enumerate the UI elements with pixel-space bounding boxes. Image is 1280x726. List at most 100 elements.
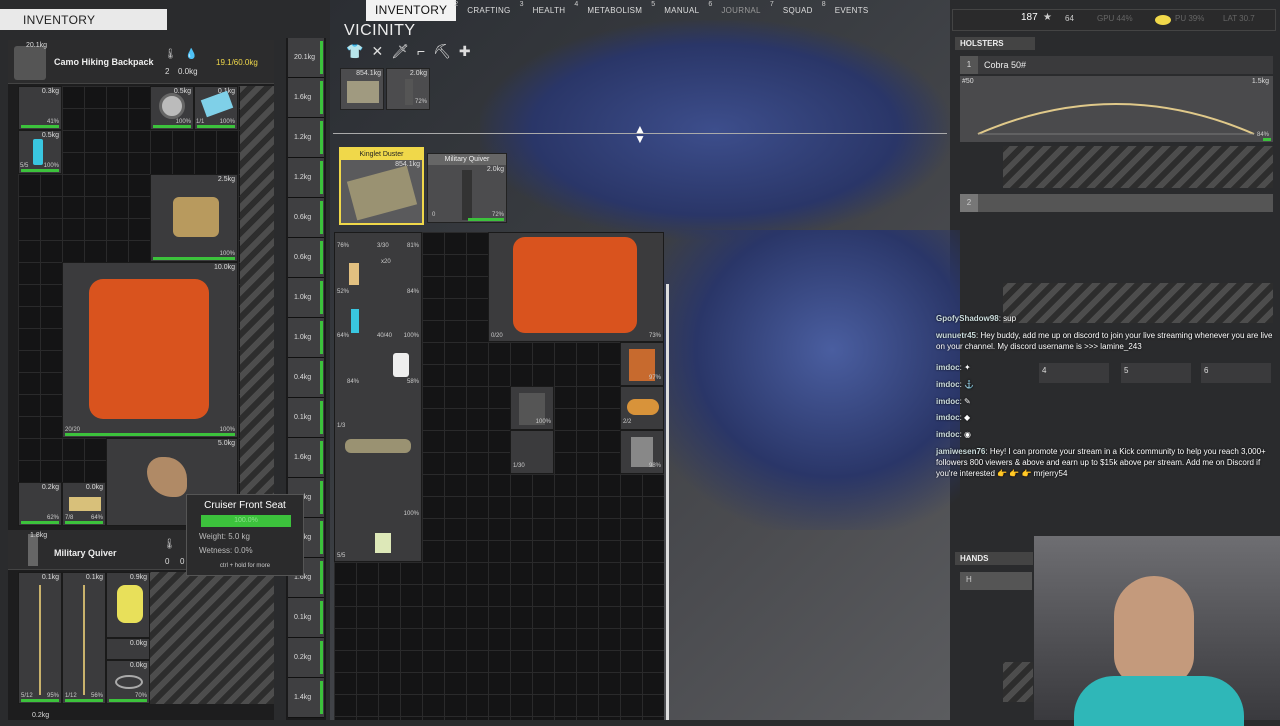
x-icon[interactable]: ✕ [371,43,383,60]
resize-handle-icon[interactable]: ▲ ▼ [633,123,647,145]
star-icon: ★ [1043,12,1052,23]
tab-metabolism[interactable]: 4 METABOLISM [574,0,653,21]
equipment-slot[interactable]: 0.6kg [288,238,324,278]
backpack-slots: 2 [165,67,170,76]
chat-message: imdoc: ⚓ [936,380,974,389]
container-grid[interactable]: 76% 3/30 81% x20 52% 84% 40/40 100% 64% … [334,232,664,720]
character-arm [480,20,950,240]
vicinity-filter-bar: 👕 ✕ 🗡 ⌐ ⛏ ✚ [346,43,471,60]
belt-icon [345,439,411,453]
equipment-slot[interactable]: 1.0kg [288,278,324,318]
hands-title: HANDS [955,552,1033,565]
compass-icon [159,93,185,119]
equipment-slot[interactable]: 1.2kg [288,118,324,158]
backpack-grid[interactable]: 0.3kg 41% 0.5kg 5/5 100% 0.5kg 100% 0.1k… [18,86,240,526]
equipment-slot[interactable]: 1.4kg [288,678,324,718]
tab-events[interactable]: 8 EVENTS [822,0,880,21]
scrollbar[interactable] [666,284,669,720]
item-slot[interactable]: 0.0kg 70% [106,660,150,704]
tab-squad[interactable]: 7 SQUAD [770,0,824,21]
item-slot[interactable]: 100% [510,386,554,430]
arrow-slot[interactable]: 0.1kg 5/12 95% [18,572,62,704]
tab-manual[interactable]: 5 MANUAL [651,0,710,21]
item-slot[interactable]: 0.1kg 1/1 100% [194,86,238,130]
equipment-slot[interactable]: 0.2kg [288,638,324,678]
quiver-grid[interactable]: 0.1kg 5/12 95% 0.1kg 1/12 56% 0.9kg 0.0k… [18,572,150,704]
equipment-slot[interactable]: 1.0kg [288,318,324,358]
quiver-weight: 1.8kg [30,532,48,539]
equipment-slot[interactable]: 1.2kg [288,158,324,198]
vicinity-item[interactable]: 854.1kg [340,68,384,110]
gun-icon[interactable]: ⌐ [417,43,425,60]
item-slot[interactable]: 0.0kg 7/8 64% [62,482,106,526]
can-icon [393,353,409,377]
item-slot[interactable]: 2.5kg 100% [150,174,238,262]
equipment-strip: 20.1kg 1.6kg 1.2kg 1.2kg 0.6kg 0.6kg 1.0… [286,38,326,720]
temperature-icon: 🌡 [163,539,176,550]
holster-slot-2[interactable]: 2 [960,194,1273,212]
plus-icon[interactable]: ✚ [459,43,471,60]
quiver-header[interactable]: 1.8kg Military Quiver 🌡 0 0 [8,530,208,570]
water-bottle-icon [351,309,359,333]
vicinity-item[interactable]: 2.0kg 72% [386,68,430,110]
weapon-card[interactable]: #50 1.5kg 84% [960,76,1273,142]
streamer-face [1114,576,1194,686]
holster-slot-1[interactable]: 1 Cobra 50# [960,56,1273,74]
tooltip-condition-bar: 100.0% [201,515,291,527]
map-icon [200,90,234,118]
jerry-can-slot[interactable]: 0/20 73% [488,232,664,342]
item-slot[interactable]: 0.5kg 5/5 100% [18,130,62,174]
tooltip-title: Cruiser Front Seat [204,500,286,511]
bottle-icon [33,139,43,165]
item-slot[interactable]: 0.0kg [106,638,150,660]
ring-icon [115,675,143,689]
item-slot[interactable]: 0.9kg [106,572,150,638]
item-slot[interactable]: 1/30 [510,430,554,474]
quiver-icon [405,79,413,105]
chat-message: GpofyShadow98: sup [936,314,1017,323]
kinglet-duster-card[interactable]: Kinglet Duster 854.1kg [339,147,424,225]
bread-icon [627,399,659,415]
equipment-slot[interactable]: 0.1kg [288,398,324,438]
tab-crafting[interactable]: 2 CRAFTING [454,0,521,21]
item-column[interactable]: 76% 3/30 81% x20 52% 84% 40/40 100% 64% … [334,232,422,562]
bottle-icon [349,263,359,285]
streamer-shirt [1074,676,1244,726]
equipment-slot[interactable]: 0.6kg [288,198,324,238]
item-slot[interactable]: 0.5kg 100% [150,86,194,130]
shirt-icon[interactable]: 👕 [346,43,363,60]
bow-icon [977,103,1255,135]
pick-icon[interactable]: ⛏ [433,43,451,60]
arrow-slot[interactable]: 0.1kg 1/12 56% [62,572,106,704]
item-slot[interactable]: 10.0kg 20/20 100% [62,262,238,438]
equipment-slot[interactable]: 0.1kg [288,598,324,638]
seat-icon [147,457,187,497]
character-sleeve [640,230,960,530]
equipment-slot[interactable]: 1.6kg [288,78,324,118]
backpack-header[interactable]: 20.1kg Camo Hiking Backpack 🌡 2 💧 0.0kg … [8,40,274,84]
item-slot[interactable]: 2/2 [620,386,664,430]
chat-message: imdoc: ◆ [936,413,971,422]
item-slot[interactable]: 0.2kg 62% [18,482,62,526]
packet-icon [375,533,391,553]
tab-inventory[interactable]: INVENTORY [366,0,457,21]
military-quiver-card[interactable]: Military Quiver 2.0kg 0 72% [427,153,507,223]
item-slot[interactable]: 0.3kg 41% [18,86,62,130]
player-inventory-panel: 20.1kg Camo Hiking Backpack 🌡 2 💧 0.0kg … [8,40,274,720]
equipment-slot[interactable]: 20.1kg [288,38,324,78]
webcam-overlay [1034,536,1280,726]
item-slot[interactable]: 98% [620,430,664,474]
duster-coat-icon [346,165,418,221]
canteen-icon [117,585,143,623]
equipment-slot[interactable]: 1.6kg [288,438,324,478]
item-slot[interactable]: 97% [620,342,664,386]
hands-slot[interactable]: H [960,572,1032,590]
knife-icon[interactable]: 🗡 [391,43,409,60]
tab-health[interactable]: 3 HEALTH [520,0,577,21]
equipment-slot[interactable]: 0.4kg [288,358,324,398]
chat-message: imdoc: ✦ [936,363,971,372]
backpack-water: 0.0kg [178,67,198,76]
holsters-title: HOLSTERS [955,37,1035,50]
backpack-weight: 20.1kg [26,42,48,49]
tab-journal[interactable]: 6 JOURNAL [708,0,771,21]
